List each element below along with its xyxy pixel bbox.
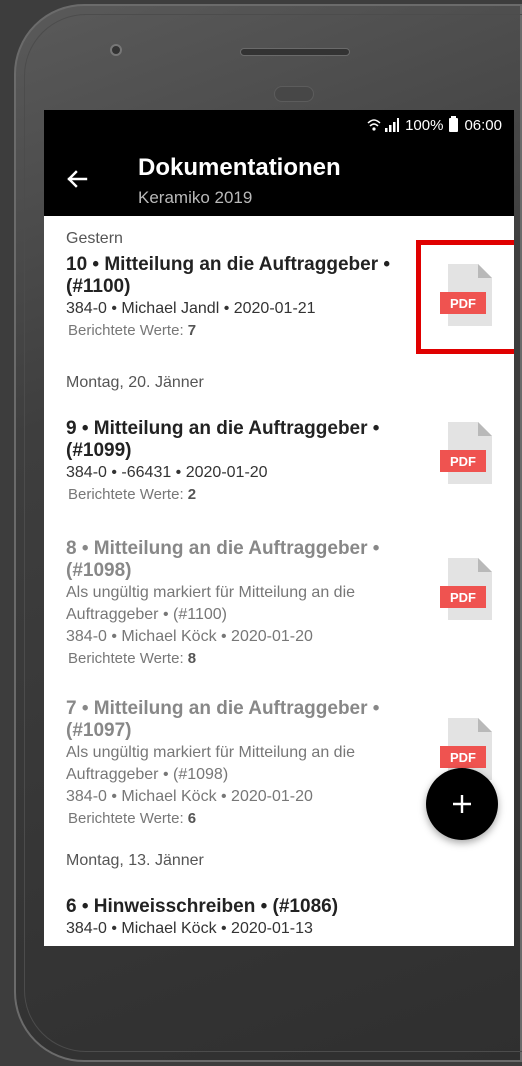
entry-invalid-note: Als ungültig markiert für Mitteilung an … bbox=[66, 584, 356, 601]
entry-title: 9 • Mitteilung an die Auftraggeber • bbox=[66, 418, 380, 439]
pdf-file-icon: PDF bbox=[440, 264, 492, 326]
entry-title-id: (#1097) bbox=[66, 720, 132, 741]
back-button[interactable] bbox=[62, 164, 92, 194]
entry-reported-values: Berichtete Werte: 7 bbox=[66, 320, 436, 342]
status-bar: 100% 06:00 bbox=[44, 110, 514, 140]
battery-percent: 100% bbox=[405, 116, 444, 134]
svg-text:PDF: PDF bbox=[450, 590, 476, 605]
pdf-file-icon: PDF bbox=[440, 422, 492, 484]
entry-invalid-note: Als ungültig markiert für Mitteilung an … bbox=[66, 744, 356, 761]
plus-icon bbox=[453, 795, 471, 813]
app-screen: 100% 06:00 Dokumentationen Keramiko 2019… bbox=[44, 110, 514, 946]
section-header-yesterday: Gestern bbox=[66, 230, 123, 247]
reported-values-label: Berichtete Werte: bbox=[68, 486, 184, 503]
entry-invalid-note-ref: Auftraggeber • (#1098) bbox=[66, 766, 229, 783]
add-documentation-button[interactable] bbox=[426, 768, 498, 840]
entry-title-id: (#1100) bbox=[66, 276, 131, 297]
reported-values-label: Berichtete Werte: bbox=[68, 810, 184, 827]
reported-values-count: 2 bbox=[187, 486, 197, 503]
entry-reported-values: Berichtete Werte: 6 bbox=[66, 808, 436, 830]
entry-meta: 384-0 • Michael Köck • 2020-01-13 bbox=[66, 920, 313, 937]
entry-meta: 384-0 • Michael Köck • 2020-01-20 bbox=[66, 628, 313, 645]
reported-values-label: Berichtete Werte: bbox=[68, 322, 184, 339]
battery-icon bbox=[449, 116, 459, 132]
pdf-download-button[interactable]: PDF bbox=[440, 556, 496, 622]
reported-values-label: Berichtete Werte: bbox=[68, 650, 184, 667]
section-header-jan-20: Montag, 20. Jänner bbox=[66, 374, 204, 391]
entry-title-id: (#1099) bbox=[66, 440, 132, 461]
entry-reported-values: Berichtete Werte: 8 bbox=[66, 648, 436, 670]
clock: 06:00 bbox=[464, 116, 502, 134]
entry-meta: 384-0 • Michael Köck • 2020-01-20 bbox=[66, 788, 313, 805]
front-camera bbox=[110, 44, 122, 56]
entry-title: 10 • Mitteilung an die Auftraggeber • bbox=[66, 254, 391, 275]
reported-values-count: 7 bbox=[187, 322, 197, 339]
entry-meta: 384-0 • Michael Jandl • 2020-01-21 bbox=[66, 300, 316, 317]
entry-invalid-note-ref: Auftraggeber • (#1100) bbox=[66, 606, 227, 623]
entry-meta: 384-0 • -66431 • 2020-01-20 bbox=[66, 464, 268, 481]
list-item-1099[interactable]: 9 • Mitteilung an die Auftraggeber • (#1… bbox=[66, 418, 436, 506]
wifi-icon bbox=[367, 119, 381, 131]
list-item-1097[interactable]: 7 • Mitteilung an die Auftraggeber • (#1… bbox=[66, 698, 436, 830]
signal-icon bbox=[385, 118, 400, 132]
entry-title: 6 • Hinweisschreiben • (#1086) bbox=[66, 896, 339, 917]
list-item-1098[interactable]: 8 • Mitteilung an die Auftraggeber • (#1… bbox=[66, 538, 436, 670]
reported-values-count: 6 bbox=[187, 810, 197, 827]
entry-title-id: (#1098) bbox=[66, 560, 132, 581]
page-subtitle: Keramiko 2019 bbox=[138, 188, 253, 207]
page-title: Dokumentationen bbox=[138, 154, 341, 181]
proximity-sensor bbox=[274, 86, 314, 102]
entry-title: 8 • Mitteilung an die Auftraggeber • bbox=[66, 538, 380, 559]
svg-text:PDF: PDF bbox=[450, 454, 476, 469]
pdf-file-icon: PDF bbox=[440, 558, 492, 620]
pdf-download-button[interactable]: PDF bbox=[440, 420, 496, 486]
pdf-download-button[interactable]: PDF bbox=[440, 262, 496, 328]
entry-reported-values: Berichtete Werte: 2 bbox=[66, 484, 436, 506]
app-bar: Dokumentationen Keramiko 2019 bbox=[44, 140, 514, 216]
earpiece-speaker bbox=[240, 48, 350, 56]
reported-values-count: 8 bbox=[187, 650, 197, 667]
svg-text:PDF: PDF bbox=[450, 296, 476, 311]
svg-text:PDF: PDF bbox=[450, 750, 476, 765]
list-item-1086[interactable]: 6 • Hinweisschreiben • (#1086) 384-0 • M… bbox=[66, 896, 436, 940]
arrow-left-icon bbox=[67, 170, 88, 188]
section-header-jan-13: Montag, 13. Jänner bbox=[66, 852, 204, 869]
entry-title: 7 • Mitteilung an die Auftraggeber • bbox=[66, 698, 380, 719]
list-item-1100[interactable]: 10 • Mitteilung an die Auftraggeber • (#… bbox=[66, 254, 436, 342]
